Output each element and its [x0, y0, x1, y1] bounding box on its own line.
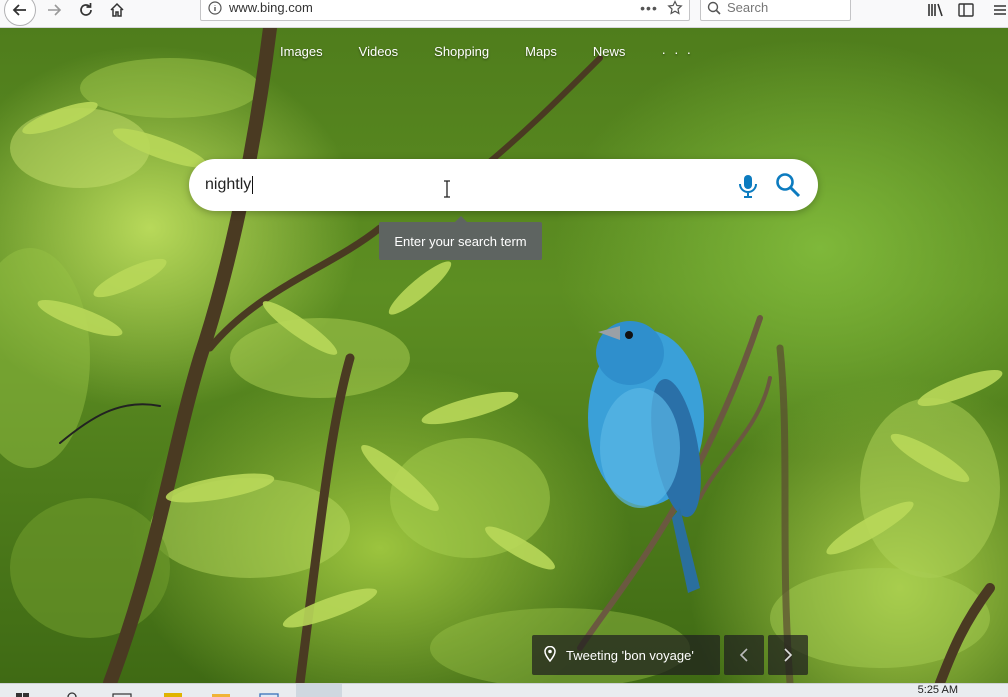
windows-taskbar: 5:25 AM	[0, 683, 1008, 697]
search-taskbar-icon[interactable]	[66, 688, 78, 697]
sidebar-button[interactable]	[952, 0, 980, 20]
bird-on-branch-photo	[0, 28, 1003, 683]
chevron-right-icon	[784, 648, 793, 662]
nav-item-maps[interactable]: Maps	[525, 44, 557, 60]
app-icon-yellow[interactable]	[162, 688, 184, 697]
nav-item-news[interactable]: News	[593, 44, 626, 60]
location-pin-icon	[544, 645, 556, 665]
caption-text: Tweeting 'bon voyage'	[566, 647, 694, 663]
task-view-icon[interactable]	[112, 688, 132, 697]
text-caret	[252, 175, 254, 194]
search-tooltip: Enter your search term	[379, 216, 542, 260]
search-input[interactable]: nightly	[205, 159, 254, 211]
reload-icon	[80, 3, 92, 16]
bing-nav: Images Videos Shopping Maps News · · ·	[280, 44, 693, 60]
url-text[interactable]: www.bing.com	[229, 0, 637, 15]
info-icon[interactable]	[201, 0, 229, 15]
browser-toolbar: www.bing.com ••• Search	[0, 0, 1008, 28]
library-icon	[928, 3, 943, 17]
home-button[interactable]	[103, 0, 131, 20]
nav-item-videos[interactable]: Videos	[359, 44, 399, 60]
search-submit-icon[interactable]	[775, 172, 801, 203]
app-icon-window[interactable]	[258, 688, 280, 697]
search-query-text: nightly	[205, 176, 252, 193]
nav-item-shopping[interactable]: Shopping	[434, 44, 489, 60]
taskbar-clock: 5:25 AM	[917, 684, 958, 696]
active-app-firefox-icon[interactable]	[296, 684, 342, 697]
bing-search-box[interactable]: nightly	[189, 159, 818, 211]
sidebar-icon	[958, 3, 974, 17]
file-explorer-icon[interactable]	[210, 688, 232, 697]
hamburger-icon	[994, 5, 1006, 15]
arrow-right-icon	[48, 4, 62, 16]
search-icon	[707, 1, 721, 15]
next-image-button[interactable]	[768, 635, 808, 675]
nav-more-button[interactable]: · · ·	[661, 44, 693, 60]
microphone-icon[interactable]	[737, 173, 759, 204]
previous-image-button[interactable]	[724, 635, 764, 675]
bookmark-star-icon[interactable]	[661, 0, 689, 16]
arrow-left-icon	[12, 4, 26, 16]
chevron-left-icon	[739, 648, 748, 662]
hero-background-image: Images Videos Shopping Maps News · · ·	[0, 28, 1008, 683]
search-placeholder: Search	[727, 0, 769, 15]
image-caption[interactable]: Tweeting 'bon voyage'	[532, 635, 720, 675]
browser-search-input[interactable]: Search	[700, 0, 851, 21]
text-cursor-icon	[443, 180, 451, 203]
page-actions-icon[interactable]: •••	[637, 0, 661, 16]
windows-start-icon[interactable]	[16, 688, 30, 697]
back-button[interactable]	[4, 0, 36, 26]
menu-button[interactable]	[986, 0, 1008, 20]
nav-item-images[interactable]: Images	[280, 44, 323, 60]
library-button[interactable]	[922, 0, 950, 20]
url-bar[interactable]: www.bing.com •••	[200, 0, 690, 21]
forward-button[interactable]	[40, 0, 68, 20]
reload-button[interactable]	[72, 0, 100, 20]
home-icon	[110, 2, 124, 17]
